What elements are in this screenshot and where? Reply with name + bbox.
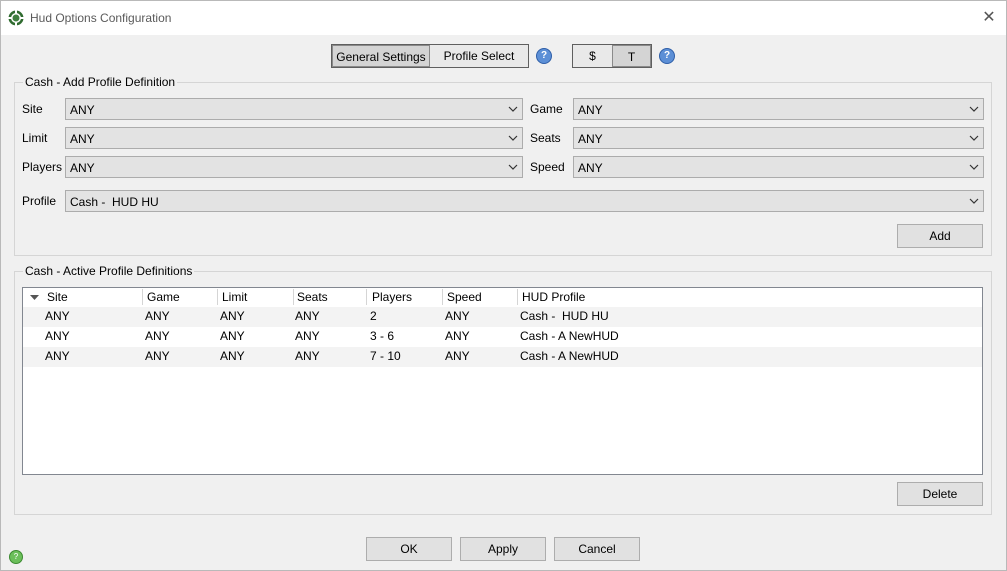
cell-site: ANY (45, 329, 70, 343)
game-label: Game (530, 102, 563, 116)
chevron-down-icon (508, 135, 518, 141)
site-value: ANY (70, 103, 95, 117)
chevron-down-icon (969, 198, 979, 204)
dialog-window: Hud Options Configuration ✕ General Sett… (0, 0, 1007, 571)
players-value: ANY (70, 161, 95, 175)
tourney-mode-button[interactable]: T (612, 45, 651, 67)
profile-definitions-table: Site Game Limit Seats Players Speed HUD … (22, 287, 983, 475)
column-header-seats[interactable]: Seats (297, 290, 328, 304)
table-header: Site Game Limit Seats Players Speed HUD … (23, 288, 982, 308)
cell-limit: ANY (220, 329, 245, 343)
tab-general-settings[interactable]: General Settings (332, 45, 430, 67)
speed-select[interactable]: ANY (573, 156, 984, 178)
close-icon[interactable]: ✕ (978, 7, 1000, 29)
settings-tab-group: General Settings Profile Select (331, 44, 529, 68)
cell-players: 3 - 6 (370, 329, 395, 343)
cell-hud-profile: Cash - A NewHUD (520, 329, 619, 343)
site-label: Site (22, 102, 43, 116)
cell-site: ANY (45, 309, 70, 323)
delete-button[interactable]: Delete (897, 482, 983, 506)
column-header-limit[interactable]: Limit (222, 290, 247, 304)
cash-mode-button[interactable]: $ (573, 45, 612, 67)
profile-select[interactable]: Cash - HUD HU (65, 190, 984, 212)
title-bar: Hud Options Configuration ✕ (1, 1, 1006, 35)
cancel-button[interactable]: Cancel (554, 537, 640, 561)
column-header-players[interactable]: Players (372, 290, 412, 304)
window-title: Hud Options Configuration (30, 11, 172, 25)
players-select[interactable]: ANY (65, 156, 523, 178)
cell-seats: ANY (295, 329, 320, 343)
help-icon[interactable]: ? (536, 48, 552, 64)
group-title: Cash - Active Profile Definitions (23, 264, 195, 278)
sort-icon[interactable] (30, 295, 39, 301)
seats-select[interactable]: ANY (573, 127, 984, 149)
help-icon[interactable]: ? (659, 48, 675, 64)
chevron-down-icon (969, 106, 979, 112)
cell-game: ANY (145, 329, 170, 343)
game-select[interactable]: ANY (573, 98, 984, 120)
cell-site: ANY (45, 349, 70, 363)
column-header-speed[interactable]: Speed (447, 290, 482, 304)
limit-value: ANY (70, 132, 95, 146)
app-icon (8, 10, 24, 26)
group-title: Cash - Add Profile Definition (23, 75, 178, 89)
table-row[interactable]: ANY ANY ANY ANY 7 - 10 ANY Cash - A NewH… (23, 347, 982, 367)
cell-hud-profile: Cash - HUD HU (520, 309, 609, 323)
game-mode-toggle: $ T (572, 44, 652, 68)
tab-profile-select[interactable]: Profile Select (430, 45, 528, 67)
table-row[interactable]: ANY ANY ANY ANY 3 - 6 ANY Cash - A NewHU… (23, 327, 982, 347)
chevron-down-icon (508, 106, 518, 112)
cell-limit: ANY (220, 309, 245, 323)
limit-label: Limit (22, 131, 48, 145)
limit-select[interactable]: ANY (65, 127, 523, 149)
cell-game: ANY (145, 309, 170, 323)
speed-value: ANY (578, 161, 603, 175)
profile-value: Cash - HUD HU (70, 195, 159, 209)
cell-seats: ANY (295, 349, 320, 363)
profile-label: Profile (22, 194, 57, 208)
players-label: Players (22, 160, 63, 174)
table-row[interactable]: ANY ANY ANY ANY 2 ANY Cash - HUD HU (23, 307, 982, 327)
seats-label: Seats (530, 131, 561, 145)
cell-hud-profile: Cash - A NewHUD (520, 349, 619, 363)
game-value: ANY (578, 103, 603, 117)
seats-value: ANY (578, 132, 603, 146)
cell-players: 7 - 10 (370, 349, 401, 363)
cell-speed: ANY (445, 349, 470, 363)
chevron-down-icon (969, 135, 979, 141)
cell-limit: ANY (220, 349, 245, 363)
chevron-down-icon (508, 164, 518, 170)
apply-button[interactable]: Apply (460, 537, 546, 561)
ok-button[interactable]: OK (366, 537, 452, 561)
cell-speed: ANY (445, 309, 470, 323)
column-header-hud-profile[interactable]: HUD Profile (522, 290, 585, 304)
column-header-game[interactable]: Game (147, 290, 180, 304)
add-button[interactable]: Add (897, 224, 983, 248)
cell-game: ANY (145, 349, 170, 363)
site-select[interactable]: ANY (65, 98, 523, 120)
cell-seats: ANY (295, 309, 320, 323)
cell-speed: ANY (445, 329, 470, 343)
chevron-down-icon (969, 164, 979, 170)
column-header-site[interactable]: Site (47, 290, 68, 304)
status-icon: ? (9, 550, 23, 564)
cell-players: 2 (370, 309, 377, 323)
speed-label: Speed (530, 160, 565, 174)
